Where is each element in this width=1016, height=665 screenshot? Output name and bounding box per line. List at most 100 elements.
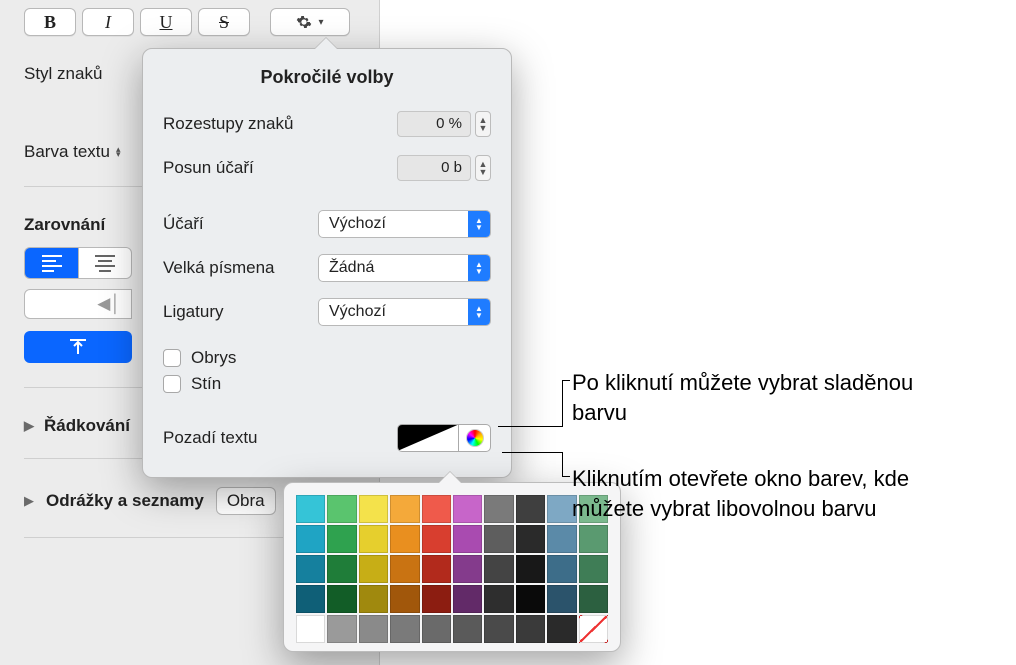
color-swatch[interactable] — [296, 555, 325, 583]
strikethrough-button[interactable]: S — [198, 8, 250, 36]
color-swatch[interactable] — [422, 525, 451, 553]
triangle-right-icon: ▶ — [24, 418, 34, 434]
color-swatch[interactable] — [547, 555, 576, 583]
char-spacing-field[interactable]: 0 % — [397, 111, 471, 137]
baseline-row: Účaří Výchozí ▲▼ — [163, 202, 491, 246]
color-swatch[interactable] — [579, 525, 608, 553]
color-swatch[interactable] — [484, 525, 513, 553]
color-swatch[interactable] — [327, 615, 356, 643]
caps-value: Žádná — [329, 259, 374, 277]
baseline-shift-row: Posun účaří 0 b ▲▼ — [163, 146, 491, 190]
align-center-button[interactable] — [78, 247, 132, 279]
color-swatch[interactable] — [547, 615, 576, 643]
ligatures-row: Ligatury Výchozí ▲▼ — [163, 290, 491, 334]
outdent-button[interactable]: ◀│ — [24, 289, 132, 319]
triangle-right-icon: ▶ — [24, 493, 34, 509]
updown-icon: ▴▾ — [116, 147, 126, 157]
text-color-control[interactable]: Barva textu ▴▾ — [24, 142, 126, 162]
baseline-shift-stepper[interactable]: ▲▼ — [475, 155, 491, 181]
vertical-align-top-button[interactable] — [24, 331, 132, 363]
color-swatch[interactable] — [516, 615, 545, 643]
color-swatch[interactable] — [484, 615, 513, 643]
callout-color-wheel: Kliknutím otevřete okno barev, kde můžet… — [572, 464, 922, 523]
color-swatch[interactable] — [359, 495, 388, 523]
color-swatch[interactable] — [422, 585, 451, 613]
color-swatch[interactable] — [579, 585, 608, 613]
outline-label: Obrys — [191, 348, 236, 368]
underline-button[interactable]: U — [140, 8, 192, 36]
color-swatch[interactable] — [516, 555, 545, 583]
color-swatch[interactable] — [453, 525, 482, 553]
baseline-select[interactable]: Výchozí ▲▼ — [318, 210, 491, 238]
color-swatch[interactable] — [453, 495, 482, 523]
ligatures-label: Ligatury — [163, 302, 318, 322]
gear-icon — [296, 14, 312, 30]
char-spacing-label: Rozestupy znaků — [163, 114, 318, 134]
baseline-value: Výchozí — [329, 215, 386, 233]
color-swatch[interactable] — [327, 585, 356, 613]
advanced-options-button[interactable]: ▾ — [270, 8, 350, 36]
italic-button[interactable]: I — [82, 8, 134, 36]
color-swatch[interactable] — [390, 525, 419, 553]
color-swatch[interactable] — [516, 495, 545, 523]
color-swatch[interactable] — [296, 585, 325, 613]
shadow-checkbox-row[interactable]: Stín — [163, 374, 491, 394]
color-swatch[interactable] — [579, 555, 608, 583]
callout-leader — [562, 380, 570, 381]
color-swatch[interactable] — [422, 495, 451, 523]
advanced-options-popover: Pokročilé volby Rozestupy znaků 0 % ▲▼ P… — [142, 48, 512, 478]
color-swatch[interactable] — [579, 615, 608, 643]
color-swatch[interactable] — [547, 585, 576, 613]
color-swatch[interactable] — [359, 615, 388, 643]
text-background-color-well[interactable] — [397, 424, 459, 452]
color-swatch[interactable] — [327, 555, 356, 583]
color-swatch[interactable] — [422, 555, 451, 583]
char-spacing-stepper[interactable]: ▲▼ — [475, 111, 491, 137]
color-swatch[interactable] — [516, 525, 545, 553]
align-center-icon — [95, 255, 115, 272]
text-background-label: Pozadí textu — [163, 428, 397, 448]
color-swatch[interactable] — [453, 555, 482, 583]
select-arrows-icon: ▲▼ — [468, 255, 490, 281]
color-swatch[interactable] — [390, 555, 419, 583]
color-swatch[interactable] — [484, 585, 513, 613]
color-swatch[interactable] — [547, 525, 576, 553]
swatch-grid — [296, 495, 608, 643]
caps-label: Velká písmena — [163, 258, 318, 278]
color-swatch[interactable] — [453, 585, 482, 613]
align-left-button[interactable] — [24, 247, 78, 279]
color-swatch[interactable] — [484, 555, 513, 583]
color-swatch[interactable] — [327, 525, 356, 553]
color-swatch[interactable] — [390, 585, 419, 613]
color-swatch[interactable] — [390, 495, 419, 523]
color-swatch[interactable] — [484, 495, 513, 523]
color-swatch[interactable] — [359, 585, 388, 613]
color-swatch[interactable] — [296, 495, 325, 523]
outline-checkbox-row[interactable]: Obrys — [163, 348, 491, 368]
color-swatch[interactable] — [453, 615, 482, 643]
color-swatch[interactable] — [296, 525, 325, 553]
select-arrows-icon: ▲▼ — [468, 211, 490, 237]
bullets-style-popup[interactable]: Obra — [216, 487, 276, 515]
baseline-shift-field[interactable]: 0 b — [397, 155, 471, 181]
callout-leader — [498, 426, 562, 427]
baseline-shift-label: Posun účaří — [163, 158, 318, 178]
baseline-label: Účaří — [163, 214, 318, 234]
color-swatch[interactable] — [296, 615, 325, 643]
chevron-down-icon: ▾ — [318, 17, 323, 28]
color-swatch[interactable] — [390, 615, 419, 643]
text-color-label: Barva textu — [24, 142, 110, 162]
char-spacing-row: Rozestupy znaků 0 % ▲▼ — [163, 102, 491, 146]
color-swatch[interactable] — [327, 495, 356, 523]
color-swatch[interactable] — [359, 555, 388, 583]
color-swatch[interactable] — [422, 615, 451, 643]
color-picker-button[interactable] — [459, 424, 491, 452]
color-swatch[interactable] — [516, 585, 545, 613]
caps-select[interactable]: Žádná ▲▼ — [318, 254, 491, 282]
shadow-checkbox[interactable] — [163, 375, 181, 393]
ligatures-select[interactable]: Výchozí ▲▼ — [318, 298, 491, 326]
color-swatch[interactable] — [359, 525, 388, 553]
bold-button[interactable]: B — [24, 8, 76, 36]
outline-checkbox[interactable] — [163, 349, 181, 367]
text-format-toolbar: B I U S ▾ — [24, 8, 361, 36]
